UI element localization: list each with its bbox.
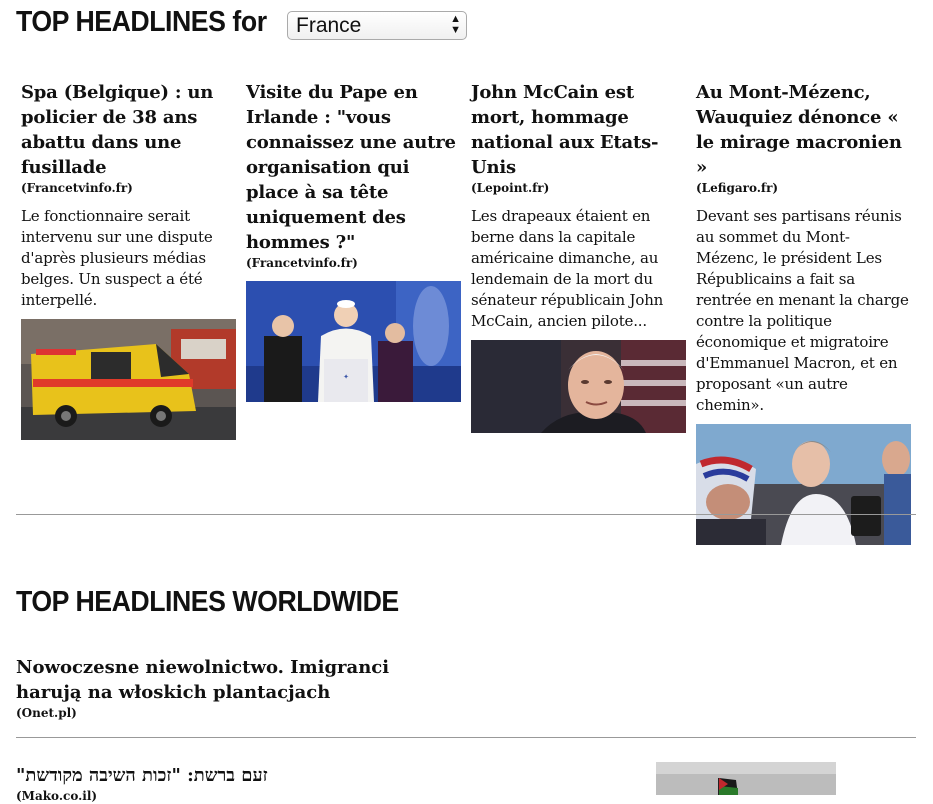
article-description: Les drapeaux étaient en berne dans la ca… [471,207,664,330]
article-card: Au Mont-Mézenc, Wauquiez dénonce « le mi… [696,80,912,545]
article-headline[interactable]: Nowoczesne niewolnictwo. Imigranci haruj… [16,655,446,705]
section-divider [16,737,916,738]
article-description: Le fonctionnaire serait intervenu sur un… [21,207,213,309]
article-card: Spa (Belgique) : un policier de 38 ans a… [21,80,237,440]
select-arrows-icon: ▲ ▼ [450,13,461,36]
section-divider [16,514,916,515]
article-headline[interactable]: Au Mont-Mézenc, Wauquiez dénonce « le mi… [696,80,912,180]
yellow-ambulance-photo[interactable] [21,319,236,440]
flag-photo[interactable] [656,762,836,795]
article-headline[interactable]: זעם ברשת: "זכות השיבה מקודשת" [16,763,446,788]
svg-text:✦: ✦ [343,373,349,381]
article-description: Devant ses partisans réunis au sommet du… [696,207,909,414]
article-source: (Mako.co.il) [16,789,98,803]
list-item: Nowoczesne niewolnictwo. Imigranci haruj… [16,655,446,721]
article-source: (Onet.pl) [16,706,77,720]
mccain-portrait-photo[interactable] [471,340,686,433]
country-select-value: France [296,14,362,37]
list-item: זעם ברשת: "זכות השיבה מקודשת" (Mako.co.i… [16,763,446,804]
article-headline[interactable]: John McCain est mort, hommage national a… [471,80,687,180]
article-source: (Francetvinfo.fr) [21,181,133,195]
country-select[interactable]: France ▲ ▼ [287,11,467,40]
article-card: Visite du Pape en Irlande : "vous connai… [246,80,462,402]
article-source: (Lefigaro.fr) [696,181,779,195]
article-source: (Lepoint.fr) [471,181,550,195]
article-headline[interactable]: Visite du Pape en Irlande : "vous connai… [246,80,462,255]
article-headline[interactable]: Spa (Belgique) : un policier de 38 ans a… [21,80,237,180]
worldwide-headlines-title: TOP HEADLINES WORLDWIDE [16,586,399,618]
crowd-selfie-photo[interactable] [696,424,911,545]
article-source: (Francetvinfo.fr) [246,256,358,270]
article-card: John McCain est mort, hommage national a… [471,80,687,433]
country-headlines-title: TOP HEADLINES for [16,6,267,38]
pope-speech-photo[interactable]: ✦ [246,281,461,402]
